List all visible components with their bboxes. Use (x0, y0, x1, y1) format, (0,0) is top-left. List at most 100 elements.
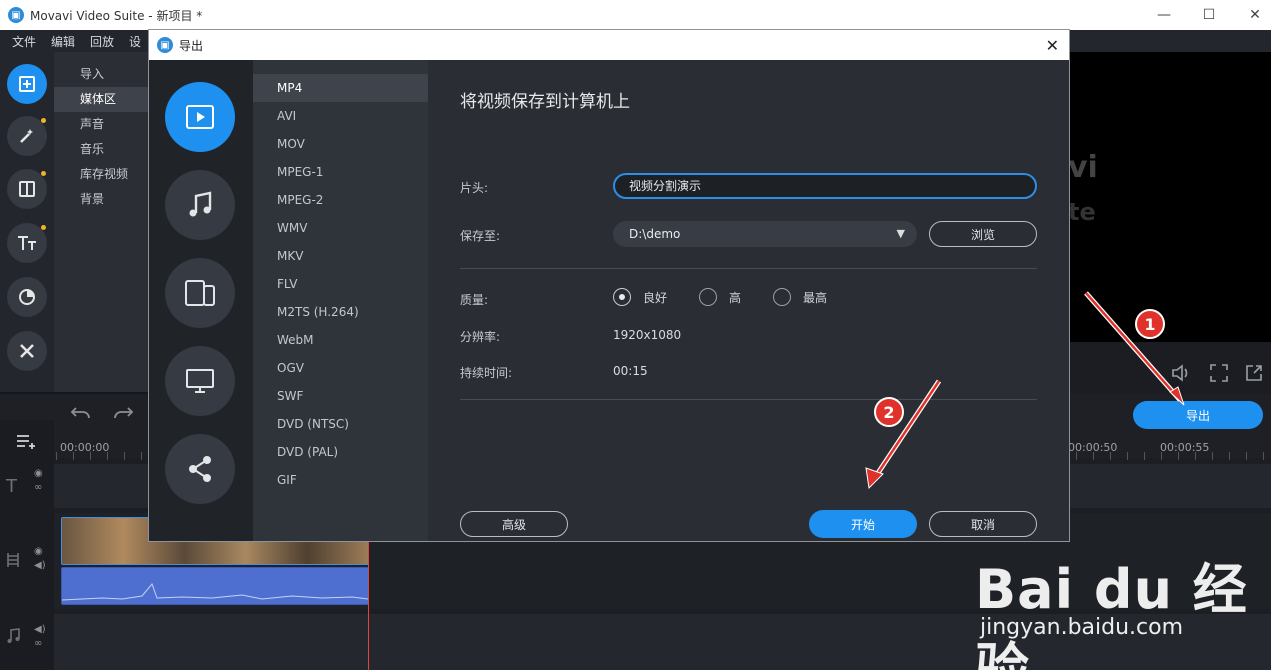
fullscreen-icon[interactable] (1210, 364, 1228, 382)
waveform-graphic (61, 583, 369, 601)
submenu-media-bin[interactable]: 媒体区 (54, 87, 150, 112)
eye-icon[interactable]: ◉ (34, 468, 43, 479)
radio-checked-icon (613, 288, 631, 306)
minimize-icon[interactable]: — (1141, 0, 1187, 30)
tool-rail (0, 52, 54, 392)
share-icon[interactable] (165, 434, 235, 504)
duration-value: 00:15 (613, 364, 648, 378)
window-title: Movavi Video Suite - 新项目 * (30, 8, 203, 23)
save-path-select[interactable]: D:\demo ▼ (613, 221, 917, 247)
quality-good-radio[interactable]: 良好 (613, 288, 667, 306)
format-gif[interactable]: GIF (253, 466, 428, 494)
music-icon[interactable] (165, 170, 235, 240)
maximize-icon[interactable]: ☐ (1186, 0, 1232, 30)
format-ogv[interactable]: OGV (253, 354, 428, 382)
quality-high-radio[interactable]: 高 (699, 288, 741, 306)
format-dvd-pal[interactable]: DVD (PAL) (253, 438, 428, 466)
stickers-icon[interactable] (7, 277, 47, 317)
notification-dot (41, 118, 46, 123)
duration-label: 持续时间: (460, 366, 513, 380)
format-list: MP4 AVI MOV MPEG-1 MPEG-2 WMV MKV FLV M2… (253, 60, 428, 541)
menu-edit[interactable]: 编辑 (51, 33, 75, 50)
quality-highest-radio[interactable]: 最高 (773, 288, 827, 306)
player-brand-text: vi (1068, 150, 1098, 185)
radio-unchecked-icon (773, 288, 791, 306)
close-window-icon[interactable]: ✕ (1232, 0, 1271, 30)
export-category-column (149, 60, 253, 541)
menu-playback[interactable]: 回放 (90, 33, 114, 50)
text-track-icon: T (6, 476, 17, 497)
dialog-titlebar: ▣ 导出 ✕ (149, 30, 1069, 60)
annotation-badge-1: 1 (1135, 309, 1165, 339)
save-path-value: D:\demo (629, 227, 681, 241)
format-avi[interactable]: AVI (253, 102, 428, 130)
watermark-url: jingyan.baidu.com (980, 615, 1184, 640)
player-controls (1068, 342, 1271, 394)
track-headers: T ◉ ∞ ◉ ◀) ◀) ∞ (0, 420, 54, 670)
submenu-stock-video[interactable]: 库存视频 (54, 162, 150, 187)
panel-heading: 将视频保存到计算机上 (460, 92, 630, 112)
format-dvd-ntsc[interactable]: DVD (NTSC) (253, 410, 428, 438)
submenu-import[interactable]: 导入 (54, 62, 150, 87)
divider (460, 268, 1037, 269)
link-icon[interactable]: ∞ (34, 638, 42, 649)
format-mpeg2[interactable]: MPEG-2 (253, 186, 428, 214)
tv-icon[interactable] (165, 346, 235, 416)
format-mpeg1[interactable]: MPEG-1 (253, 158, 428, 186)
detach-icon[interactable] (1245, 364, 1263, 382)
player-brand-text-2: te (1068, 198, 1096, 226)
submenu-sounds[interactable]: 声音 (54, 112, 150, 137)
watermark-logo: Bai du 经验 (975, 558, 1248, 670)
redo-icon[interactable] (112, 404, 134, 422)
format-wmv[interactable]: WMV (253, 214, 428, 242)
add-track-icon[interactable] (16, 434, 38, 450)
advanced-button[interactable]: 高级 (460, 511, 568, 537)
audio-waveform-clip[interactable] (61, 567, 369, 605)
format-mkv[interactable]: MKV (253, 242, 428, 270)
format-webm[interactable]: WebM (253, 326, 428, 354)
chevron-down-icon: ▼ (896, 227, 905, 240)
cancel-button[interactable]: 取消 (929, 511, 1037, 537)
speaker-icon[interactable]: ◀) (34, 560, 46, 571)
dialog-title: 导出 (179, 38, 204, 53)
dialog-logo-icon: ▣ (157, 37, 173, 53)
format-mp4[interactable]: MP4 (253, 74, 428, 102)
resolution-value: 1920x1080 (613, 328, 682, 342)
format-m2ts[interactable]: M2TS (H.264) (253, 298, 428, 326)
window-titlebar: ▣ Movavi Video Suite - 新项目 * — ☐ ✕ (0, 0, 1271, 30)
export-dialog: ▣ 导出 ✕ MP4 AVI MOV MPEG-1 MPEG-2 WMV MKV… (148, 29, 1070, 542)
menu-file[interactable]: 文件 (12, 33, 36, 50)
quality-high-label: 高 (729, 290, 742, 305)
export-button[interactable]: 导出 (1133, 401, 1263, 429)
divider (460, 399, 1037, 400)
format-mov[interactable]: MOV (253, 130, 428, 158)
video-icon[interactable] (165, 82, 235, 152)
menu-settings[interactable]: 设 (129, 33, 141, 50)
format-flv[interactable]: FLV (253, 270, 428, 298)
volume-icon[interactable] (1171, 364, 1193, 382)
app-logo-icon: ▣ (8, 7, 24, 23)
video-track-icon (7, 553, 19, 567)
tools-icon[interactable] (7, 331, 47, 371)
browse-button[interactable]: 浏览 (929, 221, 1037, 247)
import-icon[interactable] (7, 64, 47, 104)
preview-player: vi te (1068, 52, 1271, 342)
quality-highest-label: 最高 (803, 290, 828, 305)
submenu-music[interactable]: 音乐 (54, 137, 150, 162)
resolution-label: 分辨率: (460, 330, 501, 344)
devices-icon[interactable] (165, 258, 235, 328)
quality-label: 质量: (460, 293, 489, 307)
undo-icon[interactable] (70, 404, 92, 422)
notification-dot (41, 225, 46, 230)
speaker-icon[interactable]: ◀) (34, 624, 46, 635)
export-settings-panel: 将视频保存到计算机上 片头: 视频分割演示 保存至: D:\demo ▼ 浏览 … (428, 60, 1069, 541)
quality-good-label: 良好 (643, 290, 668, 305)
dialog-close-icon[interactable]: ✕ (1046, 36, 1059, 55)
title-input[interactable]: 视频分割演示 (613, 173, 1037, 199)
title-label: 片头: (460, 181, 489, 195)
format-swf[interactable]: SWF (253, 382, 428, 410)
start-button[interactable]: 开始 (809, 510, 917, 538)
link-icon[interactable]: ∞ (34, 482, 42, 493)
eye-icon[interactable]: ◉ (34, 546, 43, 557)
submenu-backgrounds[interactable]: 背景 (54, 187, 150, 212)
